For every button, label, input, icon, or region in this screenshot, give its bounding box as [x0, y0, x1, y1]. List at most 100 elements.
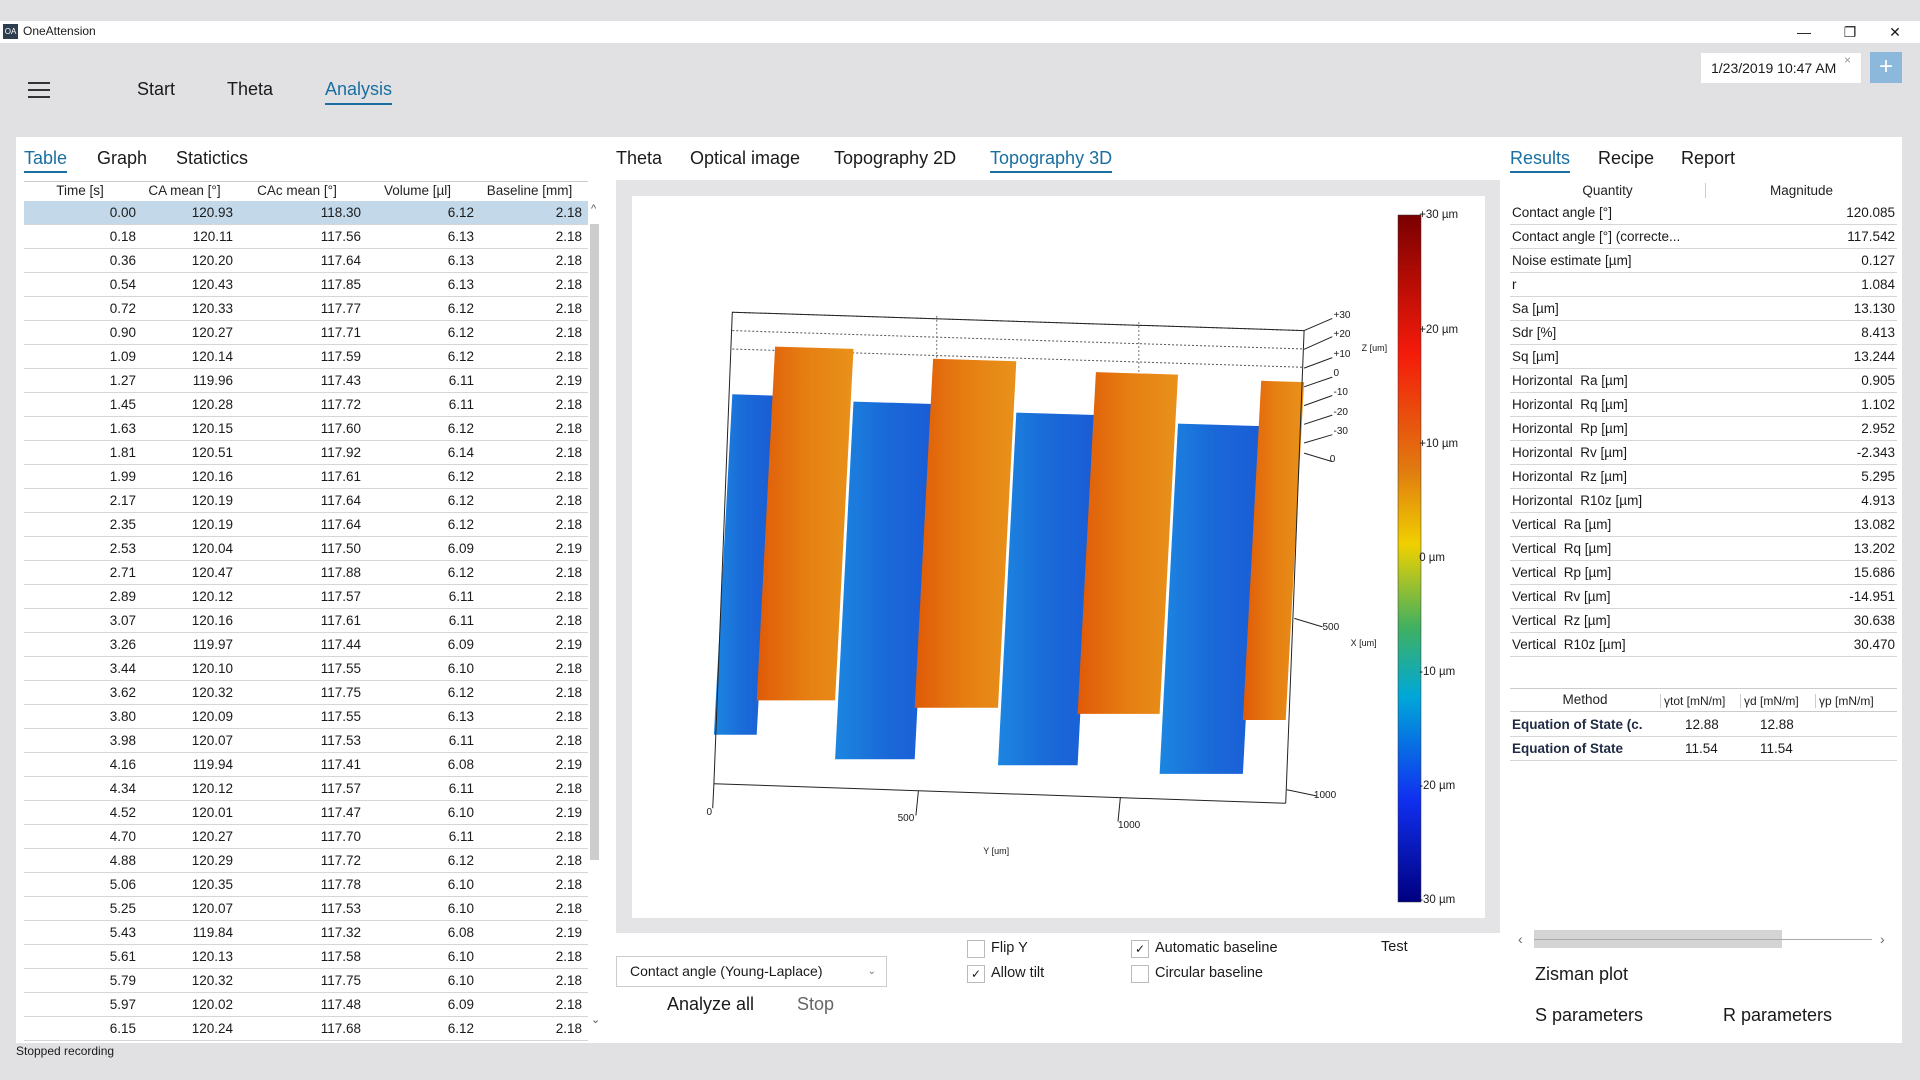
table-row[interactable]: 0.54 120.43 117.85 6.13 2.18 [24, 273, 588, 297]
table-row[interactable]: 3.07 120.16 117.61 6.11 2.18 [24, 609, 588, 633]
result-row[interactable]: Sq [µm] 13.244 [1510, 345, 1897, 369]
result-row[interactable]: Vertical R10z [µm] 30.470 [1510, 633, 1897, 657]
topography-3d-plot[interactable]: +30 +20 +10 0 -10 -20 -30 0 500 1000 0 500 1000 Z [um… [632, 196, 1485, 918]
table-row[interactable]: 2.35 120.19 117.64 6.12 2.18 [24, 513, 588, 537]
result-row[interactable]: Contact angle [°] (correcte... 117.542 [1510, 225, 1897, 249]
table-row[interactable]: 5.43 119.84 117.32 6.08 2.19 [24, 921, 588, 945]
tab-topography-2d[interactable]: Topography 2D [834, 148, 956, 169]
column-header-gamma[interactable]: γp [mN/m] [1815, 694, 1874, 708]
table-row[interactable]: 0.90 120.27 117.71 6.12 2.18 [24, 321, 588, 345]
column-header[interactable]: Volume [µl] [361, 183, 474, 198]
method-row[interactable]: Equation of State 11.54 11.54 [1510, 737, 1897, 761]
column-header-quantity[interactable]: Quantity [1510, 183, 1705, 198]
date-field[interactable]: 1/23/2019 10:47 AM [1701, 53, 1861, 83]
table-row[interactable]: 0.36 120.20 117.64 6.13 2.18 [24, 249, 588, 273]
tab-theta[interactable]: Theta [616, 148, 662, 169]
checkbox-flip-y[interactable] [967, 940, 985, 958]
result-row[interactable]: Horizontal R10z [µm] 4.913 [1510, 489, 1897, 513]
result-row[interactable]: r 1.084 [1510, 273, 1897, 297]
table-row[interactable]: 1.45 120.28 117.72 6.11 2.18 [24, 393, 588, 417]
table-row[interactable]: 3.80 120.09 117.55 6.13 2.18 [24, 705, 588, 729]
scroll-up-icon[interactable]: ^ [591, 203, 596, 215]
result-row[interactable]: Vertical Rv [µm] -14.951 [1510, 585, 1897, 609]
close-button[interactable]: ✕ [1875, 21, 1915, 43]
tab-report[interactable]: Report [1681, 148, 1735, 169]
zisman-plot-button[interactable]: Zisman plot [1535, 964, 1628, 985]
table-row[interactable]: 1.27 119.96 117.43 6.11 2.19 [24, 369, 588, 393]
result-row[interactable]: Vertical Rp [µm] 15.686 [1510, 561, 1897, 585]
minimize-button[interactable]: — [1784, 21, 1824, 43]
result-row[interactable]: Horizontal Rz [µm] 5.295 [1510, 465, 1897, 489]
tab-topography-3d[interactable]: Topography 3D [990, 148, 1113, 173]
table-row[interactable]: 5.79 120.32 117.75 6.10 2.18 [24, 969, 588, 993]
date-clear-icon[interactable]: × [1844, 53, 1851, 67]
table-row[interactable]: 2.71 120.47 117.88 6.12 2.18 [24, 561, 588, 585]
tab-recipe[interactable]: Recipe [1598, 148, 1654, 169]
result-row[interactable]: Horizontal Rq [µm] 1.102 [1510, 393, 1897, 417]
tab-table[interactable]: Table [24, 148, 68, 173]
column-header[interactable]: Baseline [mm] [474, 183, 585, 198]
tab-statictics[interactable]: Statictics [176, 148, 248, 169]
table-row[interactable]: 2.89 120.12 117.57 6.11 2.18 [24, 585, 588, 609]
results-hscrollbar-track[interactable] [1534, 939, 1872, 940]
scroll-down-icon[interactable]: ⌄ [591, 1013, 600, 1026]
column-header-method[interactable]: Method [1510, 692, 1660, 707]
table-row[interactable]: 5.61 120.13 117.58 6.10 2.18 [24, 945, 588, 969]
method-dropdown[interactable]: Contact angle (Young-Laplace) ⌄ [616, 956, 887, 987]
column-header[interactable]: CA mean [°] [136, 183, 233, 198]
table-row[interactable]: 4.16 119.94 117.41 6.08 2.19 [24, 753, 588, 777]
table-row[interactable]: 4.52 120.01 117.47 6.10 2.19 [24, 801, 588, 825]
result-row[interactable]: Sdr [%] 8.413 [1510, 321, 1897, 345]
scroll-left-icon[interactable]: ‹ [1518, 931, 1523, 947]
result-row[interactable]: Horizontal Rp [µm] 2.952 [1510, 417, 1897, 441]
result-row[interactable]: Noise estimate [µm] 0.127 [1510, 249, 1897, 273]
checkbox-allow-tilt[interactable]: ✓ [967, 965, 985, 983]
table-row[interactable]: 5.97 120.02 117.48 6.09 2.18 [24, 993, 588, 1017]
nav-analysis[interactable]: Analysis [325, 79, 393, 105]
tab-results[interactable]: Results [1510, 148, 1571, 173]
table-row[interactable]: 3.44 120.10 117.55 6.10 2.18 [24, 657, 588, 681]
table-row[interactable]: 3.62 120.32 117.75 6.12 2.18 [24, 681, 588, 705]
result-row[interactable]: Horizontal Rv [µm] -2.343 [1510, 441, 1897, 465]
table-row[interactable]: 6.15 120.24 117.68 6.12 2.18 [24, 1017, 588, 1041]
column-header[interactable]: CAc mean [°] [233, 183, 361, 198]
table-row[interactable]: 2.53 120.04 117.50 6.09 2.19 [24, 537, 588, 561]
analyze-all-button[interactable]: Analyze all [667, 994, 754, 1015]
table-row[interactable]: 4.70 120.27 117.70 6.11 2.18 [24, 825, 588, 849]
table-row[interactable]: 5.06 120.35 117.78 6.10 2.18 [24, 873, 588, 897]
scroll-right-icon[interactable]: › [1880, 931, 1885, 947]
tab-optical-image[interactable]: Optical image [690, 148, 800, 169]
table-row[interactable]: 0.72 120.33 117.77 6.12 2.18 [24, 297, 588, 321]
result-row[interactable]: Vertical Rz [µm] 30.638 [1510, 609, 1897, 633]
result-row[interactable]: Sa [µm] 13.130 [1510, 297, 1897, 321]
column-header[interactable]: Time [s] [24, 183, 136, 198]
table-row[interactable]: 1.81 120.51 117.92 6.14 2.18 [24, 441, 588, 465]
table-row[interactable]: 2.17 120.19 117.64 6.12 2.18 [24, 489, 588, 513]
s-parameters-button[interactable]: S parameters [1535, 1005, 1643, 1026]
table-row[interactable]: 1.09 120.14 117.59 6.12 2.18 [24, 345, 588, 369]
result-row[interactable]: Vertical Ra [µm] 13.082 [1510, 513, 1897, 537]
table-row[interactable]: 1.63 120.15 117.60 6.12 2.18 [24, 417, 588, 441]
table-scrollbar-thumb[interactable] [590, 224, 599, 860]
restore-button[interactable]: ❐ [1830, 21, 1870, 43]
hamburger-menu-icon[interactable] [28, 82, 50, 98]
table-row[interactable]: 4.34 120.12 117.57 6.11 2.18 [24, 777, 588, 801]
add-button[interactable]: + [1870, 52, 1902, 83]
column-header-gamma[interactable]: γd [mN/m] [1740, 694, 1799, 708]
table-row[interactable]: 4.88 120.29 117.72 6.12 2.18 [24, 849, 588, 873]
tab-graph[interactable]: Graph [97, 148, 147, 169]
table-row[interactable]: 0.18 120.11 117.56 6.13 2.18 [24, 225, 588, 249]
checkbox-automatic-baseline[interactable]: ✓ [1131, 940, 1149, 958]
nav-theta[interactable]: Theta [227, 79, 273, 100]
table-row[interactable]: 5.25 120.07 117.53 6.10 2.18 [24, 897, 588, 921]
result-row[interactable]: Vertical Rq [µm] 13.202 [1510, 537, 1897, 561]
method-row[interactable]: Equation of State (c. 12.88 12.88 [1510, 713, 1897, 737]
result-row[interactable]: Contact angle [°] 120.085 [1510, 201, 1897, 225]
stop-button[interactable]: Stop [797, 994, 834, 1015]
table-row[interactable]: 3.98 120.07 117.53 6.11 2.18 [24, 729, 588, 753]
column-header-magnitude[interactable]: Magnitude [1705, 183, 1897, 198]
column-header-gamma[interactable]: γtot [mN/m] [1660, 694, 1725, 708]
table-row[interactable]: 3.26 119.97 117.44 6.09 2.19 [24, 633, 588, 657]
nav-start[interactable]: Start [137, 79, 175, 100]
r-parameters-button[interactable]: R parameters [1723, 1005, 1832, 1026]
